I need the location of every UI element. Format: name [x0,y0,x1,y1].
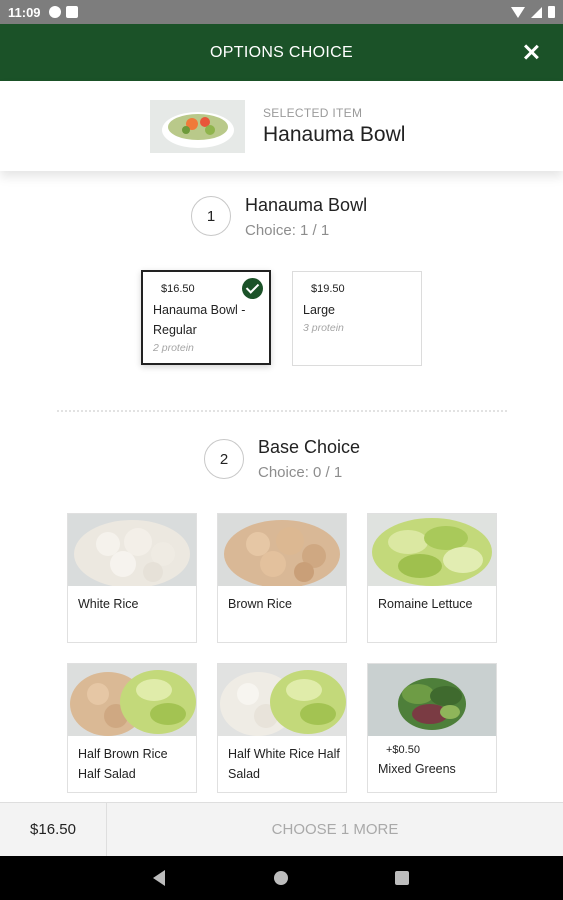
step-number-1: 1 [191,196,231,236]
section-choice-count-size: Choice: 1 / 1 [245,222,330,239]
base-option-white-rice[interactable]: White Rice [67,513,197,643]
status-bar: 11:09 [0,0,563,24]
base-option-half-white-rice-half-salad[interactable]: Half White Rice Half Salad [217,663,347,793]
base-option-price: +$0.50 [386,744,420,756]
base-option-name: Half White Rice Half Salad [228,747,340,781]
back-icon[interactable] [153,870,165,886]
option-price: $19.50 [311,283,345,295]
base-option-brown-rice[interactable]: Brown Rice [217,513,347,643]
half-white-rice-half-salad-image [218,664,346,736]
option-name: Large [303,303,335,317]
option-subtitle: 3 protein [303,322,344,334]
selected-item-label: SELECTED ITEM [263,106,363,120]
selected-item-name: Hanauma Bowl [263,123,406,146]
base-option-name: Romaine Lettuce [378,597,473,611]
recents-icon[interactable] [395,871,409,885]
wifi-icon [511,6,525,18]
base-option-half-brown-rice-half-salad[interactable]: Half Brown Rice Half Salad [67,663,197,793]
base-option-name: Brown Rice [228,597,292,611]
notification-icon [48,6,61,18]
choose-more-button[interactable]: CHOOSE 1 MORE [107,803,563,856]
option-name: Hanauma Bowl - Regular [153,303,246,337]
close-icon[interactable] [519,40,543,64]
option-subtitle: 2 protein [153,342,194,354]
signal-icon [531,6,542,18]
home-icon[interactable] [274,871,288,885]
status-time: 11:09 [8,4,41,20]
mixed-greens-image [368,664,496,736]
section-title-size: Hanauma Bowl [245,195,368,215]
section-choice-count-base: Choice: 0 / 1 [258,464,343,481]
selected-item-bar: SELECTED ITEM Hanauma Bowl [0,81,563,171]
check-icon [242,278,263,299]
screen: 11:09 OPTIONS CHOICE SELECTED ITEM Hanau… [0,0,563,900]
brown-rice-image [218,514,346,586]
selected-item-image [150,100,245,153]
base-option-name: Mixed Greens [378,762,456,776]
option-card-large[interactable]: $19.50 Large 3 protein [292,271,422,366]
option-card-regular[interactable]: $16.50 Hanauma Bowl - Regular 2 protein [141,270,271,365]
base-option-name: Half Brown Rice Half Salad [78,747,168,781]
page-title: OPTIONS CHOICE [210,43,353,61]
white-rice-image [68,514,196,586]
base-option-name: White Rice [78,597,139,611]
base-option-mixed-greens[interactable]: +$0.50 Mixed Greens [367,663,497,793]
section-title-base: Base Choice [258,437,361,457]
battery-icon [548,6,555,18]
header: OPTIONS CHOICE [0,24,563,81]
half-brown-rice-half-salad-image [68,664,196,736]
step-number-2: 2 [204,439,244,479]
section-divider [57,410,507,412]
total-price: $16.50 [0,803,107,856]
system-nav-bar [0,856,563,900]
bottom-bar: $16.50 CHOOSE 1 MORE [0,802,563,856]
base-option-romaine-lettuce[interactable]: Romaine Lettuce [367,513,497,643]
sd-card-icon [65,6,78,18]
romaine-lettuce-image [368,514,496,586]
